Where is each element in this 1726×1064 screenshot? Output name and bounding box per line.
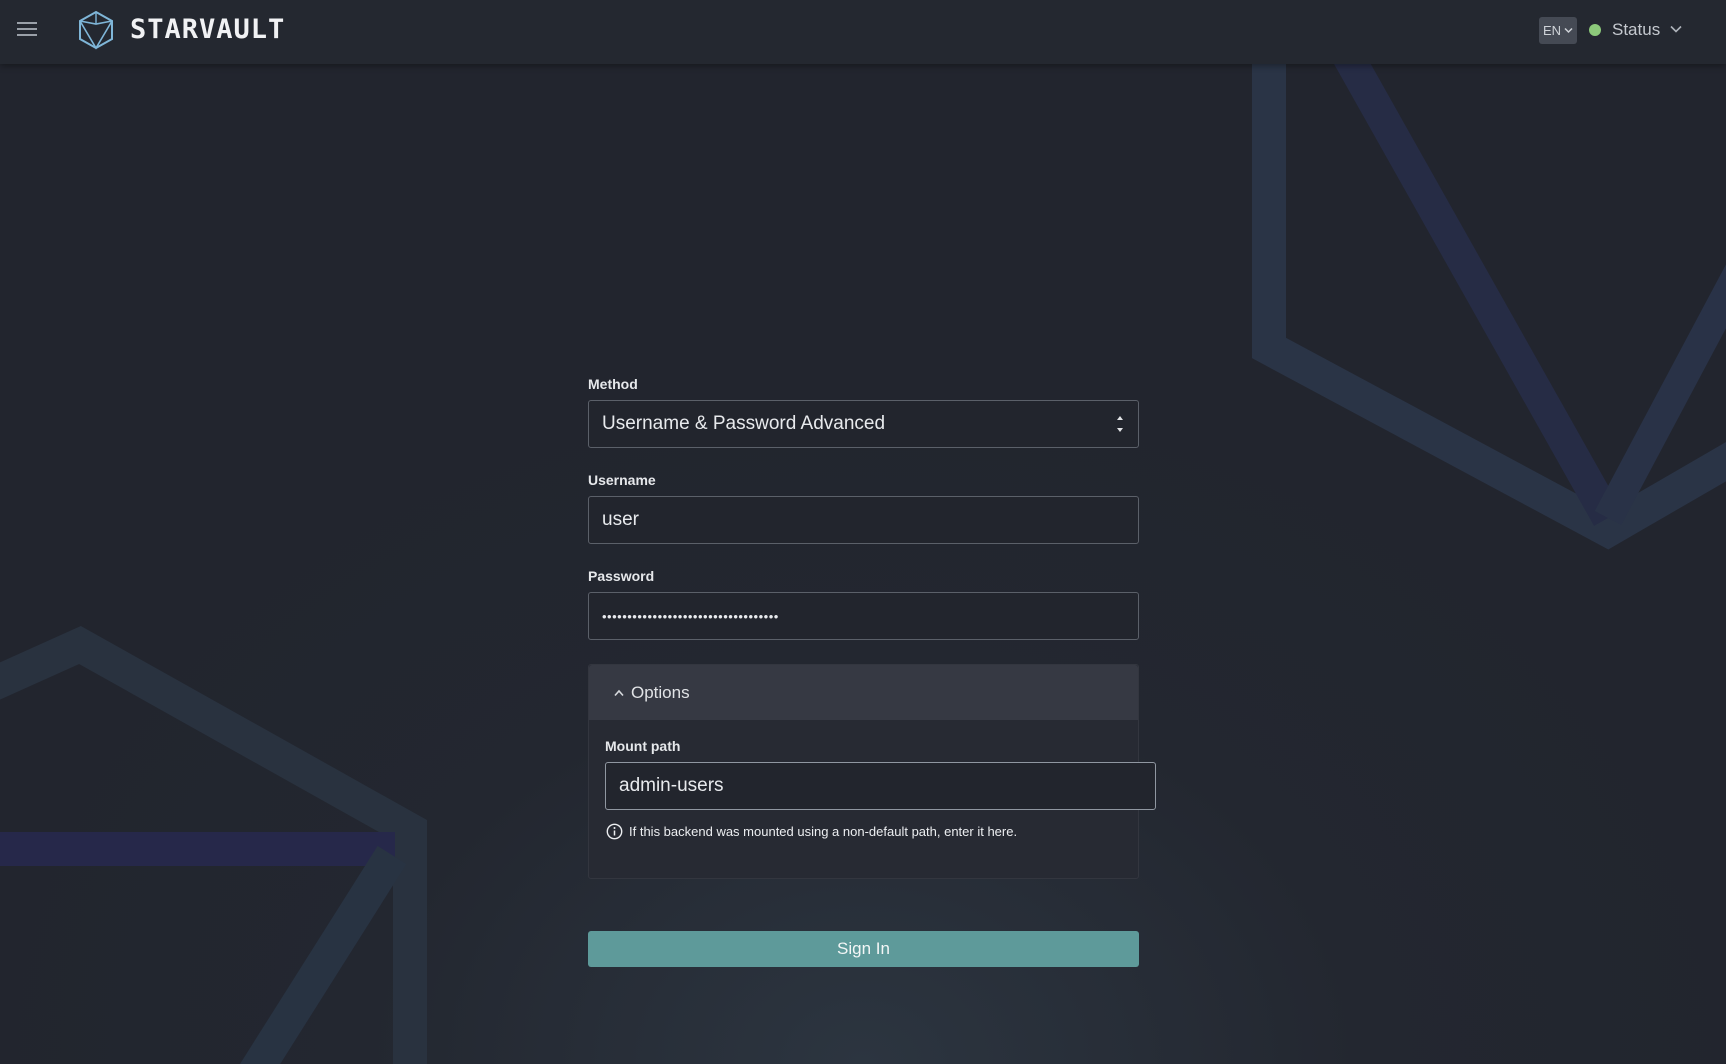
username-label: Username xyxy=(588,472,656,488)
username-input[interactable]: user xyxy=(588,496,1139,544)
info-icon xyxy=(606,823,623,840)
select-arrows-icon xyxy=(1117,416,1123,432)
login-form: Method Username & Password Advanced User… xyxy=(588,376,1156,967)
chevron-down-icon xyxy=(1564,27,1573,34)
top-header: STARVAULT EN Status xyxy=(0,0,1726,64)
status-menu[interactable]: Status xyxy=(1612,20,1660,40)
method-select[interactable]: Username & Password Advanced xyxy=(588,400,1139,448)
hamburger-menu-icon[interactable] xyxy=(17,22,37,38)
username-value: user xyxy=(602,509,639,530)
chevron-up-icon xyxy=(614,689,624,696)
method-label: Method xyxy=(588,376,638,392)
mount-path-helper-text: If this backend was mounted using a non-… xyxy=(629,824,1018,839)
options-toggle-label: Options xyxy=(631,682,690,702)
method-select-value: Username & Password Advanced xyxy=(602,413,886,434)
brand-name[interactable]: STARVAULT xyxy=(130,14,285,45)
options-panel: Options Mount path admin-users If this b… xyxy=(588,664,1156,879)
status-indicator-icon xyxy=(1589,24,1601,36)
password-input[interactable]: ••••••••••••••••••••••••••••••••••• xyxy=(588,592,1139,640)
language-select[interactable]: EN xyxy=(1539,17,1577,44)
chevron-down-icon[interactable] xyxy=(1670,24,1682,34)
polyhedron-logo-icon xyxy=(79,10,113,50)
options-toggle[interactable]: Options xyxy=(589,665,1138,720)
language-label: EN xyxy=(1542,23,1562,38)
password-label: Password xyxy=(588,568,655,584)
password-value: ••••••••••••••••••••••••••••••••••• xyxy=(602,608,779,624)
mount-path-value: admin-users xyxy=(619,775,724,796)
mount-path-helper: If this backend was mounted using a non-… xyxy=(605,823,1122,840)
sign-in-button[interactable]: Sign In xyxy=(588,931,1139,967)
mount-path-label: Mount path xyxy=(605,738,681,754)
mount-path-input[interactable]: admin-users xyxy=(605,762,1156,810)
